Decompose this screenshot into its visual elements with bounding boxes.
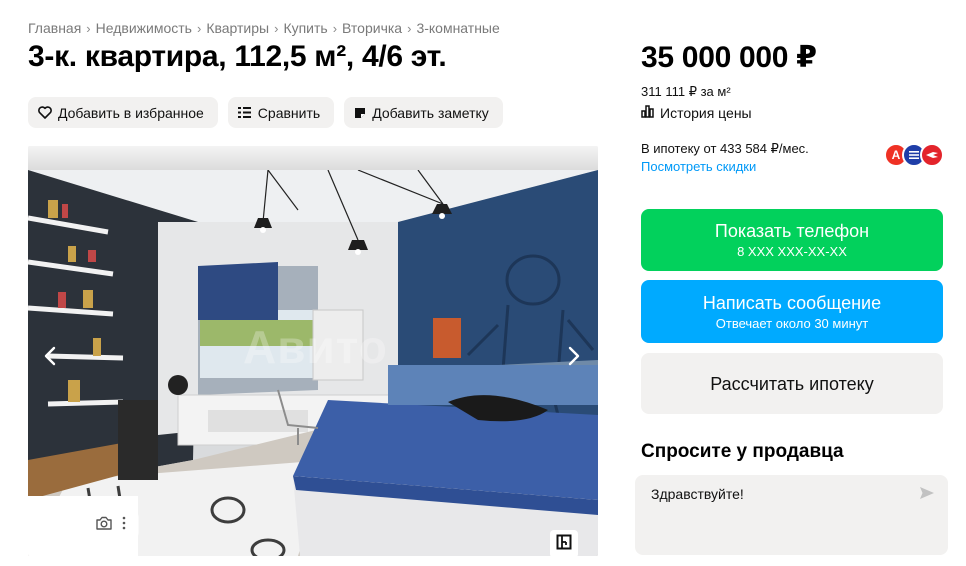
partner-banks[interactable]: А [884,143,944,167]
breadcrumb-item-realty[interactable]: Недвижимость [96,20,192,36]
floor-plan-button[interactable] [550,530,578,556]
gallery-top-edge [28,146,598,170]
breadcrumb-separator: › [196,20,202,36]
breadcrumb-separator: › [407,20,412,36]
write-message-button[interactable]: Написать сообщение Отвечает около 30 мин… [641,280,943,343]
avito-watermark: Авито [243,321,388,373]
seller-message-field[interactable]: Здравствуйте! [635,475,948,555]
breadcrumb-item-secondary[interactable]: Вторичка [342,20,402,36]
add-to-favorites-button[interactable]: Добавить в избранное [28,97,218,128]
bar-chart-icon [641,105,654,121]
main-photo[interactable]: Авито [28,170,598,556]
next-photo-button[interactable] [562,344,586,374]
listing-actions: Добавить в избранное Сравнить Добавить з… [28,97,503,128]
add-note-button[interactable]: Добавить заметку [344,97,503,128]
show-phone-button[interactable]: Показать телефон 8 XXX XXX-XX-XX [641,209,943,271]
add-note-label: Добавить заметку [372,104,489,121]
write-message-label: Написать сообщение [702,292,882,313]
mortgage-monthly-payment: В ипотеку от 433 584 ₽/мес. [641,141,809,156]
floor-plan-icon [556,534,572,555]
view-discounts-link[interactable]: Посмотреть скидки [641,159,756,174]
calculate-mortgage-label: Рассчитать ипотеку [710,373,874,394]
note-icon [354,107,366,119]
breadcrumb: Главная › Недвижимость › Квартиры › Купи… [28,20,500,36]
chevron-left-icon [44,345,56,373]
calculate-mortgage-button[interactable]: Рассчитать ипотеку [641,353,943,414]
breadcrumb-separator: › [332,20,338,36]
photo-count-button[interactable] [83,510,139,540]
breadcrumb-separator: › [86,20,91,36]
breadcrumb-item-3-rooms[interactable]: 3-комнатные [416,20,499,36]
compare-label: Сравнить [257,104,321,121]
seller-message-text[interactable]: Здравствуйте! [651,486,744,502]
compare-button[interactable]: Сравнить [227,97,335,128]
breadcrumb-item-apartments[interactable]: Квартиры [206,20,269,36]
more-dots-icon [122,516,126,535]
send-icon[interactable] [919,486,935,505]
response-time-text: Отвечает около 30 минут [715,315,869,331]
heart-icon [38,106,52,119]
breadcrumb-item-buy[interactable]: Купить [283,20,327,36]
price-per-square-meter: 311 111 ₽ за м² [641,84,731,99]
price-history-link[interactable]: История цены [641,105,752,121]
breadcrumb-item-home[interactable]: Главная [28,20,81,36]
bank-red-icon [920,143,944,167]
show-phone-label: Показать телефон [714,221,870,241]
add-to-favorites-label: Добавить в избранное [58,104,204,121]
masked-phone-number: 8 XXX XXX-XX-XX [737,244,847,259]
camera-icon [96,516,112,535]
breadcrumb-separator: › [274,20,279,36]
chevron-right-icon [568,345,580,373]
listing-price: 35 000 000 ₽ [641,41,817,74]
compare-icon [237,106,252,119]
price-history-label: История цены [660,105,752,121]
previous-photo-button[interactable] [38,344,62,374]
listing-title: 3-к. квартира, 112,5 м², 4/6 эт. [28,40,447,73]
ask-seller-title: Спросите у продавца [641,441,844,462]
photo-gallery[interactable]: Авито [28,146,598,556]
